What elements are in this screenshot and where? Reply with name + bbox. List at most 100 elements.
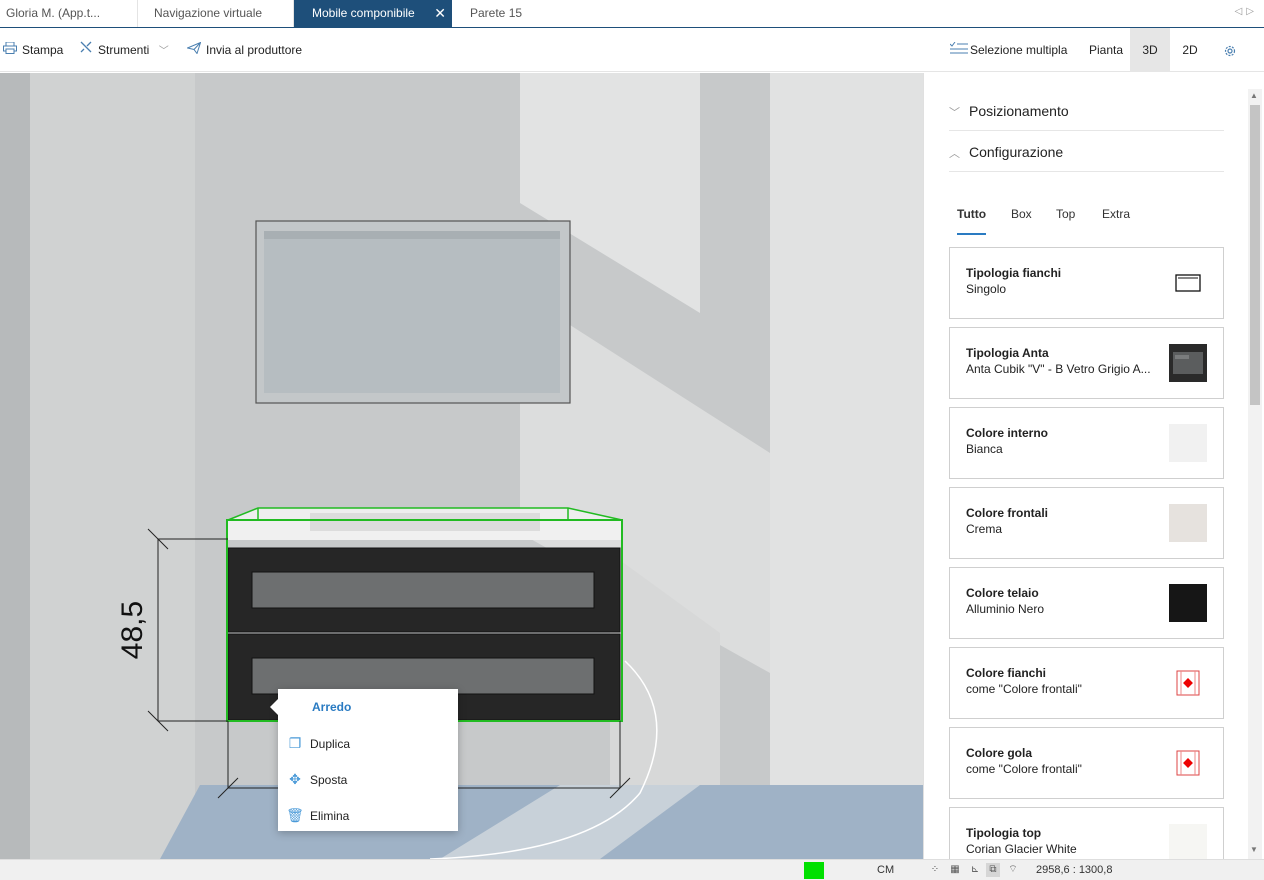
color-swatch (1169, 824, 1207, 859)
card-title: Colore fianchi (966, 666, 1047, 680)
scroll-up-icon[interactable]: ▲ (1250, 91, 1258, 100)
section-label: Posizionamento (969, 103, 1069, 119)
subtab-box[interactable]: Box (1011, 201, 1032, 235)
scene-svg: 48,5 (0, 73, 923, 859)
delete-label: Elimina (310, 809, 350, 823)
tab-bar: Gloria M. (App.t... Navigazione virtuale… (0, 0, 1264, 28)
card-top-type[interactable]: Tipologia top Corian Glacier White (949, 807, 1224, 859)
settings-button[interactable] (1216, 28, 1244, 72)
close-icon[interactable]: ✕ (434, 0, 446, 27)
tab-virtual-navigation[interactable]: Navigazione virtuale (148, 0, 294, 27)
snap-grid-icon[interactable]: ⁘ (928, 863, 942, 877)
tab-label: Navigazione virtuale (154, 6, 263, 20)
tab-label: Mobile componibile (312, 6, 415, 20)
section-label: Configurazione (969, 144, 1064, 160)
linked-color-icon (1169, 744, 1207, 782)
card-frame-color[interactable]: Colore telaio Alluminio Nero (949, 567, 1224, 639)
delete-menu-item[interactable]: 🗑 Elimina (286, 803, 450, 827)
card-front-color[interactable]: Colore frontali Crema (949, 487, 1224, 559)
card-value: Anta Cubik "V" - B Vetro Grigio A... (966, 362, 1151, 376)
card-title: Colore frontali (966, 506, 1049, 520)
wall-light-column (30, 73, 195, 859)
gear-icon (1224, 45, 1236, 56)
send-label: Invia al produttore (206, 43, 303, 57)
tools-icon (78, 28, 94, 72)
unit-label[interactable]: CM (877, 860, 894, 880)
subtab-top[interactable]: Top (1056, 201, 1075, 235)
grid-icon[interactable]: ▦ (948, 863, 962, 877)
chevron-down-icon: ﹀ (949, 107, 960, 119)
card-side-color[interactable]: Colore fianchi come "Colore frontali" (949, 647, 1224, 719)
checklist-icon (949, 28, 968, 72)
properties-panel: ﹀ Posizionamento ︿ Configurazione Tutto Bo… (923, 73, 1264, 859)
tab-label: Parete 15 (470, 6, 523, 20)
copy-icon: ❐ (288, 735, 302, 751)
print-label: Stampa (22, 43, 64, 57)
card-interior-color[interactable]: Colore interno Bianca (949, 407, 1224, 479)
multi-select-label: Selezione multipla (970, 43, 1068, 57)
scrollbar-thumb[interactable] (1250, 105, 1260, 405)
section-configuration[interactable]: ︿ Configurazione (949, 132, 1224, 172)
card-groove-color[interactable]: Colore gola come "Colore frontali" (949, 727, 1224, 799)
3d-viewport[interactable]: 48,5 Arredo ❐ Duplica ✥ Sposta 🗑 Elimina (0, 73, 923, 859)
context-menu-title: Arredo (312, 700, 352, 714)
send-to-producer-button[interactable]: Invia al produttore (185, 28, 303, 72)
duplicate-menu-item[interactable]: ❐ Duplica (286, 731, 450, 755)
chevron-down-icon: ﹀ (158, 46, 169, 57)
card-title: Tipologia top (966, 826, 1042, 840)
drawer-upper-glass (251, 571, 595, 609)
duplicate-label: Duplica (310, 737, 351, 751)
multi-select-button[interactable]: Selezione multipla (949, 28, 1068, 72)
2d-label: 2D (1182, 43, 1198, 57)
sink-basin (310, 513, 540, 531)
card-title: Colore telaio (966, 586, 1039, 600)
context-menu: Arredo ❐ Duplica ✥ Sposta 🗑 Elimina (270, 689, 458, 831)
plan-view-button[interactable]: Pianta (1082, 28, 1130, 72)
door-thumbnail-icon (1169, 344, 1207, 382)
linked-color-icon (1169, 664, 1207, 702)
section-positioning[interactable]: ﹀ Posizionamento (949, 91, 1224, 131)
chevron-up-icon: ︿ (949, 148, 960, 160)
tab-scroll-arrows[interactable]: ◁▷ (1235, 6, 1258, 17)
tools-menu[interactable]: Strumenti ﹀ (78, 28, 169, 72)
card-title: Tipologia fianchi (966, 266, 1062, 280)
subtab-label: Extra (1102, 207, 1131, 221)
wall-left-edge (0, 73, 30, 859)
tab-wall-15[interactable]: Parete 15 (464, 0, 564, 27)
scroll-down-icon[interactable]: ▼ (1250, 845, 1258, 854)
card-side-type[interactable]: Tipologia fianchi Singolo (949, 247, 1224, 319)
status-bar: CM ⁘ ▦ ⊾ ⧉ ⌔ 2958,6 : 1300,8 (0, 859, 1264, 880)
move-icon: ✥ (289, 771, 301, 787)
card-value: Corian Glacier White (966, 842, 1077, 856)
toolbar: Stampa Strumenti ﹀ Invia al produttore S… (0, 28, 1264, 72)
plan-label: Pianta (1088, 43, 1124, 57)
panel-scrollbar[interactable]: ▲ ▼ (1248, 89, 1262, 859)
card-value: Alluminio Nero (966, 602, 1045, 616)
subtab-all[interactable]: Tutto (957, 201, 987, 235)
card-title: Colore gola (966, 746, 1033, 760)
move-menu-item[interactable]: ✥ Sposta (286, 767, 450, 791)
subtab-label: Box (1011, 207, 1032, 221)
card-value: Crema (966, 522, 1003, 536)
object-snap-icon[interactable]: ⧉ (986, 863, 1000, 877)
card-door-type[interactable]: Tipologia Anta Anta Cubik "V" - B Vetro … (949, 327, 1224, 399)
cursor-coordinates: 2958,6 : 1300,8 (1036, 864, 1113, 876)
card-value: come "Colore frontali" (966, 762, 1082, 776)
tools-label: Strumenti (98, 43, 150, 57)
print-button[interactable]: Stampa (2, 28, 63, 72)
color-swatch (1169, 584, 1207, 622)
color-swatch (1169, 424, 1207, 462)
tab-gloria[interactable]: Gloria M. (App.t... (0, 0, 138, 27)
tab-modular-furniture[interactable]: Mobile componibile ✕ (294, 0, 452, 27)
printer-icon (2, 28, 18, 72)
color-swatch (1169, 504, 1207, 542)
status-indicator (804, 862, 824, 879)
side-panel-icon (1169, 264, 1207, 302)
subtab-extra[interactable]: Extra (1102, 201, 1130, 235)
send-icon (185, 28, 202, 72)
2d-view-button[interactable]: 2D (1170, 28, 1210, 72)
ortho-icon[interactable]: ⊾ (968, 863, 982, 877)
card-value: Bianca (966, 442, 1003, 456)
3d-view-button[interactable]: 3D (1130, 28, 1170, 72)
mirror-glass (264, 231, 560, 393)
